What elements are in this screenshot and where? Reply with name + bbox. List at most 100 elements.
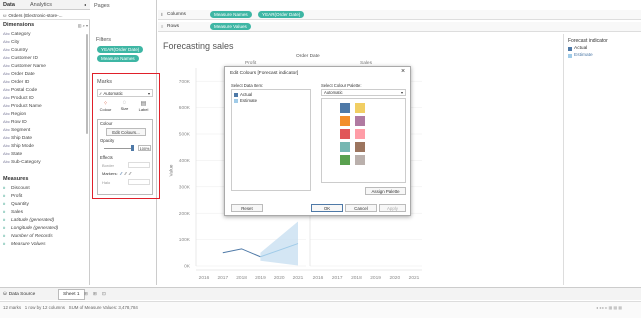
field-item[interactable]: AbcPostal Code	[3, 86, 85, 94]
colour-swatch[interactable]	[340, 142, 350, 152]
colour-swatch[interactable]	[355, 116, 365, 126]
colour-swatch[interactable]	[355, 142, 365, 152]
legend-item-estimate[interactable]: Estimate	[568, 53, 593, 58]
reset-button[interactable]: Reset	[231, 204, 263, 212]
field-item[interactable]: AbcShip Mode	[3, 142, 85, 150]
field-item[interactable]: # Discount	[3, 184, 85, 192]
label-button[interactable]: ▤ Label	[135, 100, 152, 117]
rows-label: Rows	[167, 24, 179, 29]
colour-button[interactable]: ⁘ Colour	[97, 100, 114, 117]
measure-type-icon: #	[3, 233, 6, 238]
field-item[interactable]: AbcRegion	[3, 110, 85, 118]
markers-some-icon[interactable]: ⁄⁄	[125, 171, 126, 176]
ok-button[interactable]: OK	[311, 204, 343, 212]
measure-type-icon: #	[3, 185, 6, 190]
colour-swatch[interactable]	[340, 103, 350, 113]
mark-type-dropdown[interactable]: ⁄⁄ Automatic ▾	[97, 89, 153, 97]
dimension-type-icon: Abc	[3, 79, 10, 84]
filter-pill-measure-names[interactable]: Measure Names	[97, 55, 139, 62]
dimension-type-icon: Abc	[3, 39, 10, 44]
field-item[interactable]: AbcCategory	[3, 30, 85, 38]
line-mark-icon: ⁄⁄	[100, 90, 102, 96]
opacity-value[interactable]: 100%	[138, 145, 151, 151]
field-item[interactable]: # Quantity	[3, 200, 85, 208]
field-label: Customer ID	[11, 56, 38, 61]
field-item[interactable]: AbcCity	[3, 38, 85, 46]
field-item[interactable]: AbcCustomer Name	[3, 62, 85, 70]
rows-icon: ≡	[161, 24, 164, 29]
field-item[interactable]: # Profit	[3, 192, 85, 200]
field-item[interactable]: AbcSub-Category	[3, 158, 85, 166]
field-item[interactable]: AbcCustomer ID	[3, 54, 85, 62]
field-item[interactable]: AbcRow ID	[3, 118, 85, 126]
colour-swatch[interactable]	[355, 103, 365, 113]
collapse-icon[interactable]: ◂	[84, 2, 86, 7]
cancel-button[interactable]: Cancel	[345, 204, 377, 212]
navigation-icons[interactable]: ◂ ◂ ▸ ▸ ▦ ▦ ▦	[596, 305, 622, 310]
field-item[interactable]: AbcState	[3, 150, 85, 158]
data-item-label-actual: Actual	[240, 92, 253, 97]
size-button[interactable]: ◌ Size	[116, 100, 133, 117]
data-item-swatch-actual	[234, 92, 238, 97]
field-item[interactable]: AbcProduct ID	[3, 94, 85, 102]
field-item[interactable]: AbcSegment	[3, 126, 85, 134]
filter-pill-year[interactable]: YEAR(Order Date)	[97, 46, 144, 53]
datasource-row[interactable]: ⛁ Orders (Electronic-store-...	[0, 11, 90, 20]
field-item[interactable]: AbcOrder Date	[3, 70, 85, 78]
x-tick-label: 2021	[409, 275, 420, 281]
sheet1-tab[interactable]: Sheet 1	[58, 289, 85, 300]
legend-item-actual[interactable]: Actual	[568, 46, 587, 51]
markers-none-icon[interactable]: ⁄⁄	[121, 171, 122, 176]
opacity-slider-handle[interactable]	[131, 145, 134, 151]
data-pane: Dimensions ▥ ⌕ ▾ AbcCategory AbcCity AbcCo…	[0, 20, 90, 285]
edit-colours-button[interactable]: Edit Colours...	[106, 128, 146, 136]
assign-palette-button[interactable]: Assign Palette	[365, 187, 406, 195]
filters-label: Filters	[96, 37, 111, 43]
data-item-estimate[interactable]: Estimate	[234, 98, 257, 103]
field-item[interactable]: AbcShip Date	[3, 134, 85, 142]
field-item[interactable]: AbcProduct Name	[3, 102, 85, 110]
field-item[interactable]: # Latitude (generated)	[3, 216, 85, 224]
dimension-type-icon: Abc	[3, 71, 10, 76]
colour-swatch[interactable]	[340, 116, 350, 126]
palette-dropdown[interactable]: Automatic ▾	[321, 89, 406, 96]
field-label: Product Name	[11, 104, 42, 109]
dialog-close-button[interactable]: ×	[401, 68, 405, 75]
data-pane-scrollbar[interactable]	[86, 34, 88, 134]
new-story-icon[interactable]: ⊡	[102, 291, 106, 297]
colour-swatch[interactable]	[355, 155, 365, 165]
field-label: Order ID	[11, 80, 30, 85]
field-item[interactable]: # Sales	[3, 208, 85, 216]
data-source-tab[interactable]: ⛁ Data Source	[3, 291, 35, 297]
palette-label: Select Colour Palette:	[321, 83, 362, 88]
tab-analytics[interactable]: Analytics	[30, 2, 52, 8]
new-worksheet-icon[interactable]: ⊞	[84, 291, 88, 297]
markers-all-icon[interactable]: ⁄⁄	[130, 171, 131, 176]
field-label: Discount	[11, 186, 30, 191]
columns-pill-year[interactable]: YEAR(Order Date)	[258, 11, 305, 18]
legend-label-estimate: Estimate	[574, 53, 593, 58]
columns-pill-measure-names[interactable]: Measure Names	[210, 11, 252, 18]
field-item[interactable]: AbcOrder ID	[3, 78, 85, 86]
colour-swatch[interactable]	[355, 129, 365, 139]
rows-pill-measure-values[interactable]: Measure Values	[210, 23, 251, 30]
new-dashboard-icon[interactable]: ⊞	[93, 291, 97, 297]
colour-swatch[interactable]	[340, 155, 350, 165]
field-item[interactable]: # Measure Values	[3, 240, 85, 248]
dimensions-tools-icon[interactable]: ▥ ⌕ ▾	[78, 23, 88, 28]
field-item[interactable]: # Number of Records	[3, 232, 85, 240]
halo-dropdown[interactable]	[128, 179, 150, 185]
label-icon: ▤	[140, 101, 147, 107]
x-tick-label: 2020	[389, 275, 400, 281]
field-item[interactable]: AbcCountry	[3, 46, 85, 54]
data-item-actual[interactable]: Actual	[234, 92, 252, 97]
tab-data[interactable]: Data	[3, 2, 15, 8]
apply-button[interactable]: Apply	[379, 204, 406, 212]
x-tick-label: 2017	[217, 275, 228, 281]
chart-header: Order Date	[296, 54, 320, 59]
dimension-type-icon: Abc	[3, 151, 10, 156]
border-dropdown[interactable]	[128, 162, 150, 168]
field-item[interactable]: # Longitude (generated)	[3, 224, 85, 232]
colour-swatch[interactable]	[340, 129, 350, 139]
opacity-slider[interactable]	[104, 148, 134, 149]
